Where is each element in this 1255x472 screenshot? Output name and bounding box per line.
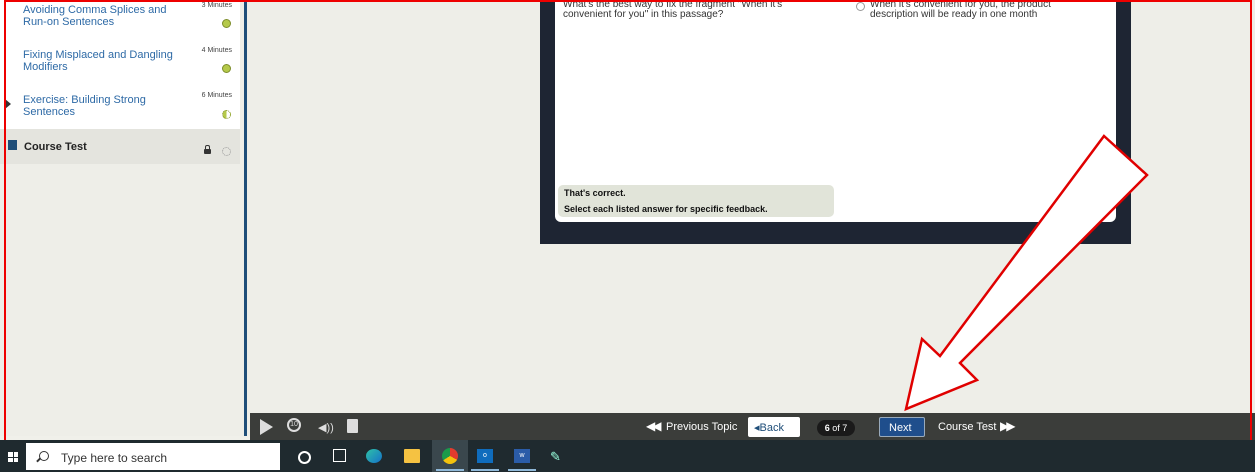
course-test-label[interactable]: Course Test	[24, 141, 87, 153]
answer-option-text[interactable]: When it's convenient for you, the produc…	[870, 0, 1100, 20]
running-indicator	[471, 469, 499, 471]
running-indicator	[508, 469, 536, 471]
next-button[interactable]: Next	[879, 417, 925, 437]
lesson-duration: 3 Minutes	[201, 2, 232, 9]
feedback-instruction: Select each listed answer for specific f…	[564, 204, 768, 214]
complete-status-icon	[222, 64, 231, 73]
course-test-link[interactable]: Course Test	[938, 421, 997, 433]
back-label: Back	[759, 422, 784, 434]
lesson-title[interactable]: Avoiding Comma Splices and Run-on Senten…	[23, 4, 173, 28]
chrome-icon[interactable]	[442, 448, 458, 464]
answer-radio[interactable]	[856, 2, 865, 11]
lesson-item[interactable]: Avoiding Comma Splices and Run-on Senten…	[0, 0, 240, 45]
previous-topic-link[interactable]: Previous Topic	[666, 421, 737, 433]
file-explorer-icon[interactable]	[404, 449, 420, 463]
running-indicator	[436, 469, 464, 471]
word-icon[interactable]: w	[514, 449, 530, 463]
lesson-title[interactable]: Fixing Misplaced and Dangling Modifiers	[23, 49, 173, 73]
page-total: of 7	[829, 423, 848, 433]
windows-start-icon[interactable]	[8, 452, 18, 462]
transcript-icon[interactable]	[347, 419, 358, 433]
feedback-result: That's correct.	[564, 188, 626, 198]
course-outline-sidebar: Avoiding Comma Splices and Run-on Senten…	[0, 0, 247, 436]
replay-10-icon[interactable]: 10	[287, 418, 301, 432]
question-text: What's the best way to fix the fragment …	[563, 0, 783, 20]
lesson-duration: 6 Minutes	[201, 92, 232, 99]
previous-topic-icon[interactable]: ◀◀	[646, 419, 662, 433]
cortana-icon[interactable]	[298, 451, 311, 464]
not-started-status-icon	[222, 147, 231, 156]
audio-icon[interactable]: ◀))	[318, 421, 334, 434]
task-view-icon[interactable]	[333, 449, 346, 462]
edge-icon[interactable]	[366, 449, 382, 463]
lesson-title[interactable]: Exercise: Building Strong Sentences	[23, 94, 173, 118]
complete-status-icon	[222, 19, 231, 28]
lesson-list: Avoiding Comma Splices and Run-on Senten…	[0, 0, 240, 135]
paint-icon[interactable]: ✎	[550, 449, 566, 464]
lock-icon	[204, 145, 211, 154]
lesson-item[interactable]: Fixing Misplaced and Dangling Modifiers …	[0, 45, 240, 90]
next-topic-icon[interactable]: ▶▶	[1000, 419, 1016, 433]
next-label: Next	[889, 422, 912, 434]
current-lesson-arrow-icon	[5, 99, 11, 109]
feedback-box: That's correct. Select each listed answe…	[558, 185, 834, 217]
outlook-icon[interactable]: o	[477, 449, 493, 463]
page-indicator: 6 of 7	[817, 420, 855, 436]
search-icon	[39, 451, 49, 461]
search-placeholder[interactable]: Type here to search	[61, 451, 167, 465]
in-progress-status-icon	[222, 110, 231, 119]
lesson-duration: 4 Minutes	[201, 47, 232, 54]
test-icon	[8, 140, 17, 150]
back-button[interactable]: ◂Back	[748, 417, 800, 437]
play-icon[interactable]	[260, 419, 273, 435]
course-test-item[interactable]: Course Test	[0, 129, 240, 164]
